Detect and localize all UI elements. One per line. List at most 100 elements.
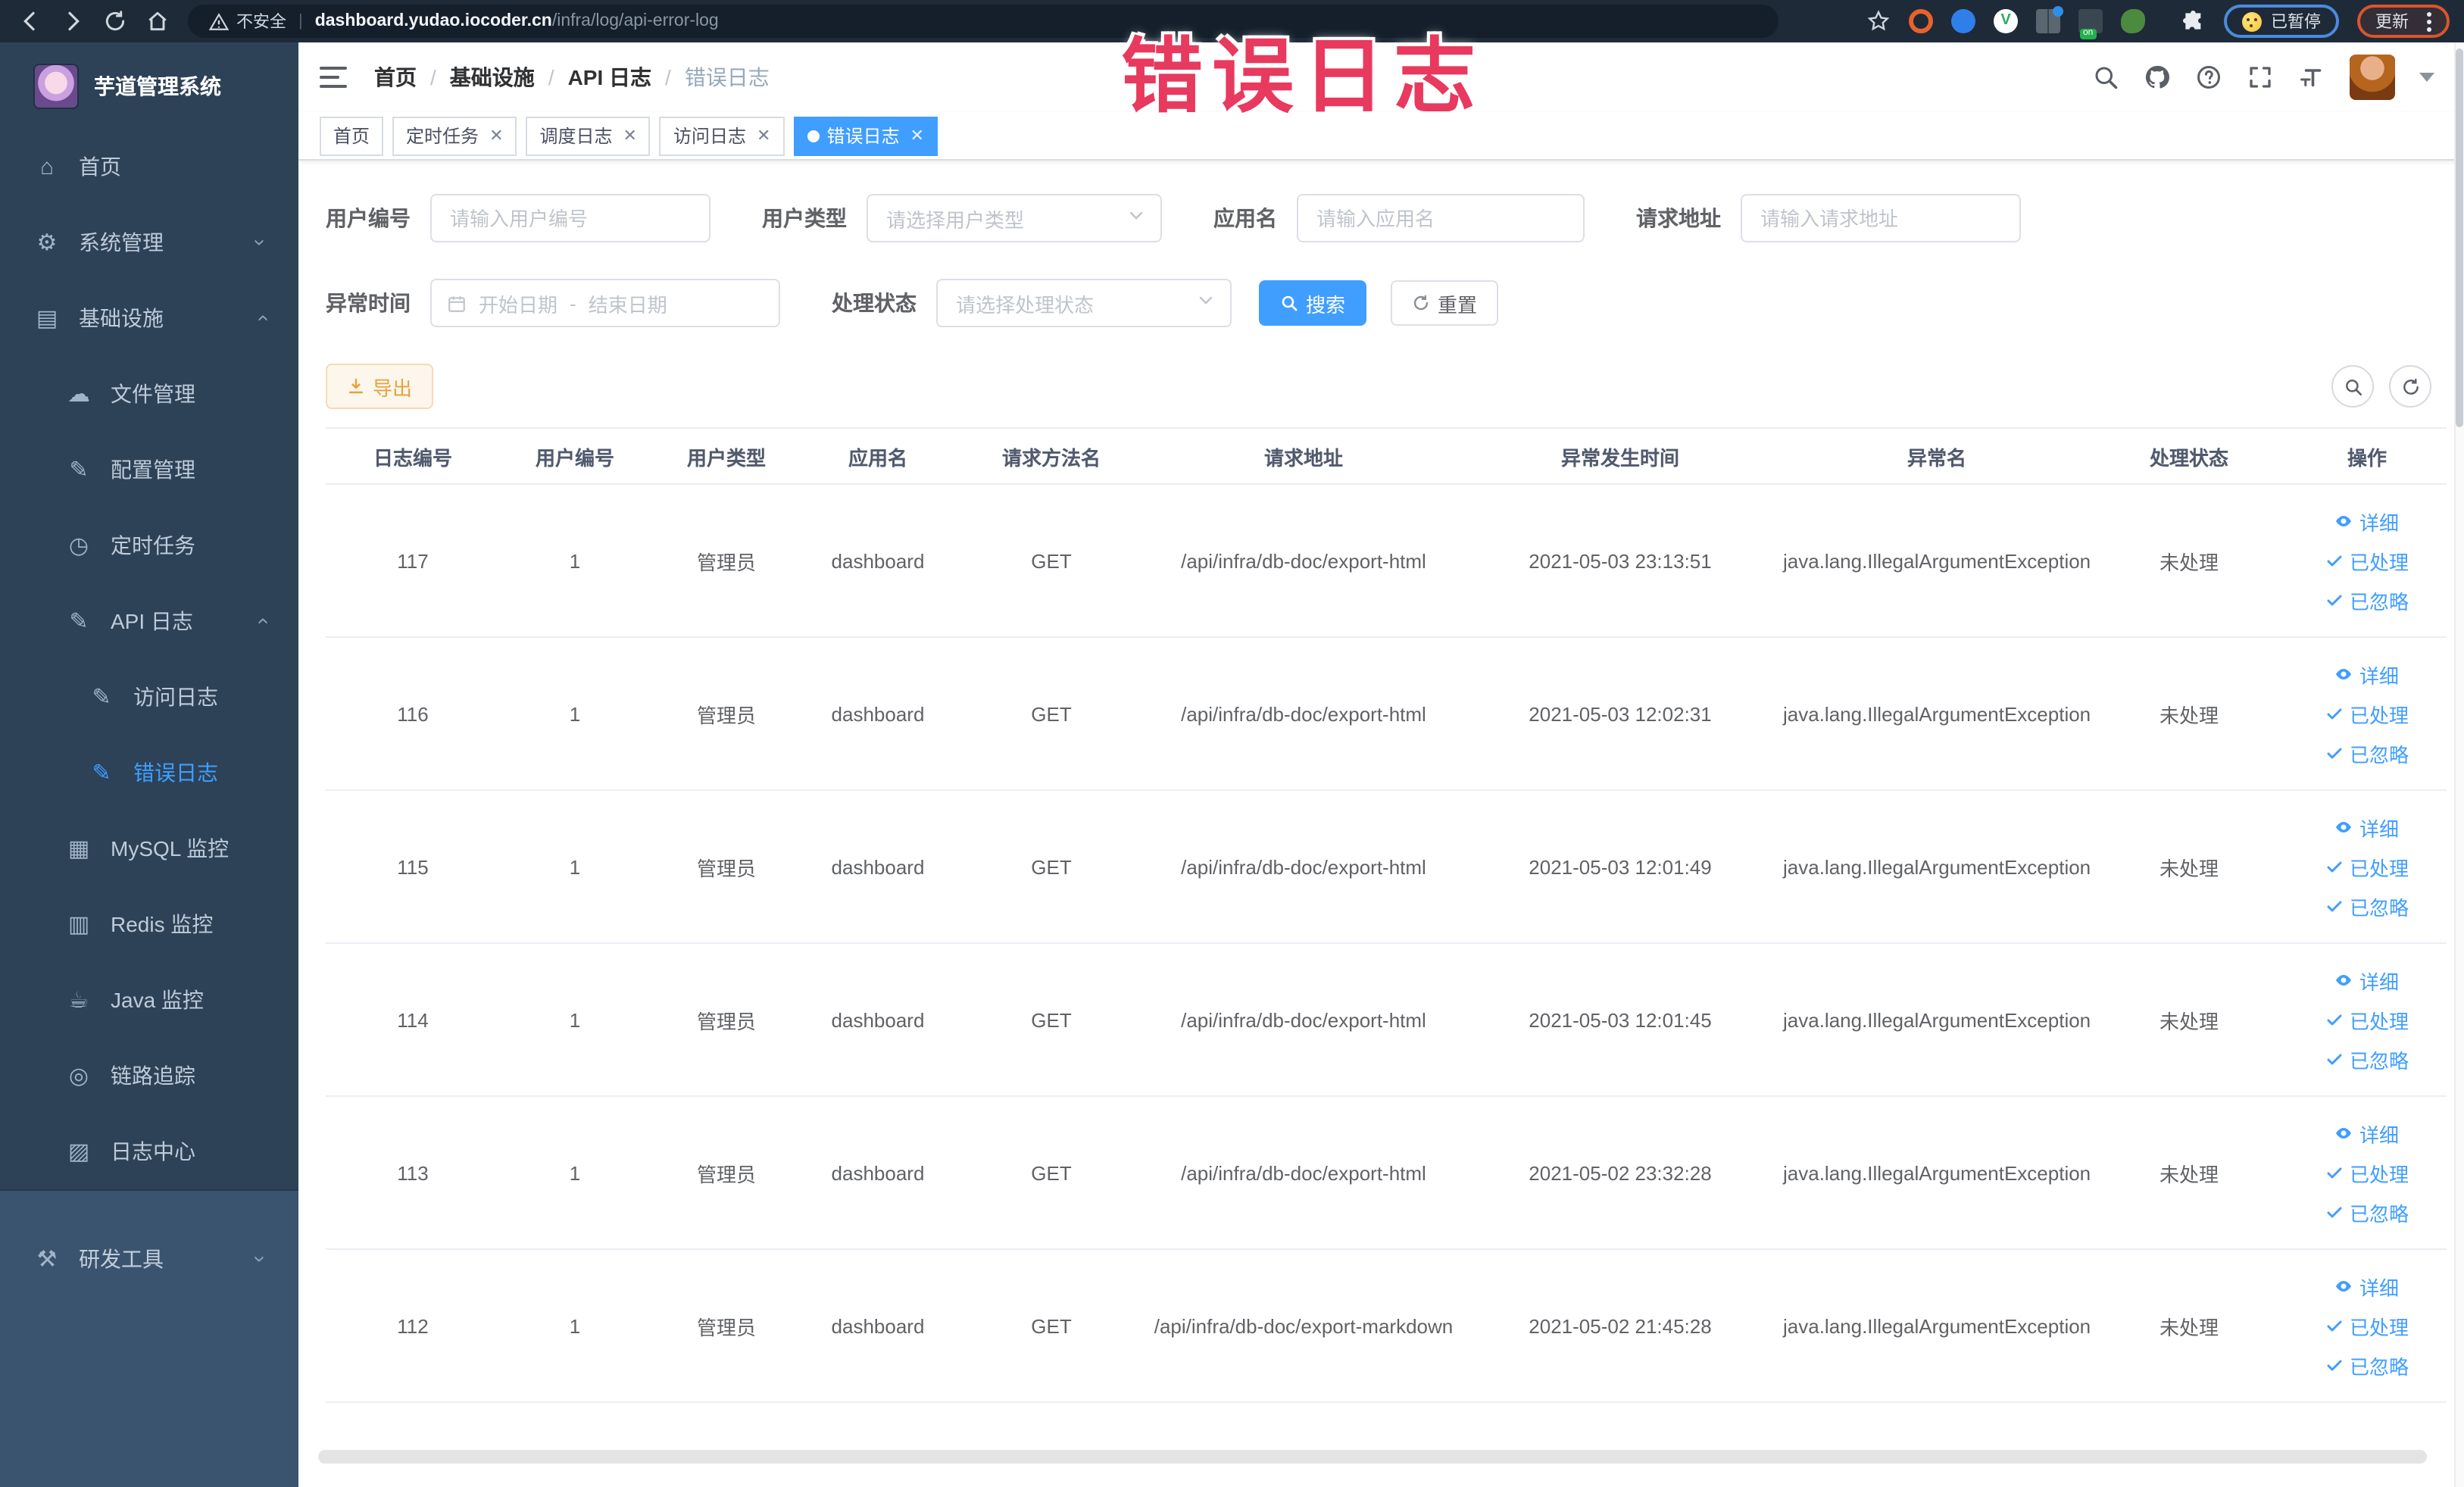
close-icon[interactable]: ✕	[489, 126, 503, 145]
mark-ignored-link[interactable]: 已忽略	[2325, 892, 2409, 920]
column-header: 请求地址	[1263, 446, 1343, 469]
tab-首页[interactable]: 首页	[320, 116, 384, 155]
mark-ignored-link[interactable]: 已忽略	[2325, 739, 2409, 767]
paused-extension-pill[interactable]: 已暂停	[2224, 5, 2339, 38]
app-logo-row[interactable]: 芋道管理系统	[0, 42, 298, 129]
reset-button[interactable]: 重置	[1391, 280, 1499, 326]
detail-link[interactable]: 详细	[2335, 507, 2399, 536]
ext-green-v-icon[interactable]: V	[1994, 9, 2018, 33]
fullscreen-icon[interactable]	[2247, 64, 2274, 91]
close-icon[interactable]: ✕	[757, 126, 770, 145]
ext-on-icon[interactable]	[2078, 9, 2103, 39]
mark-ignored-link[interactable]: 已忽略	[2325, 1045, 2409, 1073]
scrollbar-thumb[interactable]	[2456, 48, 2463, 427]
address-bar[interactable]: 不安全 | dashboard.yudao.iocoder.cn/infra/l…	[188, 5, 1779, 38]
search-button[interactable]: 搜索	[1259, 280, 1367, 326]
app-name-input[interactable]	[1297, 194, 1585, 242]
reload-icon[interactable]	[103, 9, 127, 33]
cell: dashboard	[831, 549, 925, 572]
mark-processed-link[interactable]: 已处理	[2325, 852, 2409, 881]
detail-link[interactable]: 详细	[2335, 1272, 2399, 1301]
security-warning[interactable]: 不安全	[209, 9, 286, 33]
ext-blue-icon[interactable]	[1951, 9, 1975, 33]
tab-错误日志[interactable]: 错误日志 ✕	[793, 116, 938, 155]
horizontal-scrollbar-thumb[interactable]	[318, 1450, 2427, 1464]
cell: 112	[397, 1314, 429, 1337]
ext-plant-icon[interactable]	[2121, 9, 2145, 33]
detail-link[interactable]: 详细	[2335, 966, 2399, 995]
mark-processed-link[interactable]: 已处理	[2325, 1311, 2409, 1340]
mark-ignored-link[interactable]: 已忽略	[2325, 1351, 2409, 1379]
url-path[interactable]: /infra/log/api-error-log	[552, 12, 719, 30]
close-icon[interactable]: ✕	[623, 126, 637, 145]
request-url-input[interactable]	[1741, 194, 2021, 242]
row-actions: 详细 已处理 已忽略	[2288, 966, 2447, 1073]
user-id-input[interactable]	[430, 194, 710, 242]
url-domain[interactable]: dashboard.yudao.iocoder.cn	[315, 12, 552, 30]
tab-定时任务[interactable]: 定时任务 ✕	[392, 116, 517, 155]
mark-ignored-link[interactable]: 已忽略	[2325, 1198, 2409, 1226]
refresh-icon[interactable]	[2389, 365, 2431, 408]
sidebar-item-cron-job[interactable]: ◷ 定时任务	[0, 508, 298, 583]
sidebar-item-redis-monitor[interactable]: ▥ Redis 监控	[0, 886, 298, 962]
back-icon[interactable]	[18, 9, 42, 33]
download-icon	[348, 378, 364, 394]
browser-menu-icon[interactable]	[2427, 11, 2431, 31]
column-header: 用户类型	[686, 446, 766, 469]
sidebar-item-java-monitor[interactable]: ☕ Java 监控	[0, 962, 298, 1038]
bookmark-star-icon[interactable]	[1866, 9, 1891, 33]
chrome-update-pill[interactable]: 更新	[2357, 5, 2450, 38]
help-icon[interactable]	[2195, 64, 2222, 91]
close-icon[interactable]: ✕	[910, 126, 923, 145]
mark-processed-link[interactable]: 已处理	[2325, 1005, 2409, 1034]
sidebar-toggle-icon[interactable]	[320, 67, 347, 88]
user-avatar[interactable]	[2350, 55, 2395, 100]
sidebar-item-log-center[interactable]: ▨ 日志中心	[0, 1114, 298, 1189]
sidebar-item-error-log[interactable]: ✎ 错误日志	[0, 735, 298, 811]
eye-icon	[2336, 822, 2352, 833]
forward-icon[interactable]	[61, 9, 85, 33]
tab-访问日志[interactable]: 访问日志 ✕	[659, 116, 785, 155]
sidebar-item-config-mgmt[interactable]: ✎ 配置管理	[0, 432, 298, 508]
row-actions: 详细 已处理 已忽略	[2288, 813, 2447, 920]
detail-link[interactable]: 详细	[2335, 813, 2399, 842]
cell: 117	[397, 549, 429, 572]
export-button[interactable]: 导出	[326, 364, 434, 409]
breadcrumb-item[interactable]: 基础设施	[450, 62, 535, 92]
search-icon	[1282, 295, 1298, 311]
ext-grid-icon[interactable]	[2036, 6, 2063, 33]
detail-link[interactable]: 详细	[2335, 660, 2399, 689]
search-icon[interactable]	[2092, 64, 2119, 91]
detail-link[interactable]: 详细	[2335, 1119, 2399, 1148]
sidebar-item-trace[interactable]: ◎ 链路追踪	[0, 1038, 298, 1114]
sidebar-item-home[interactable]: ⌂ 首页	[0, 129, 298, 205]
sidebar-item-infrastructure[interactable]: ▤ 基础设施 ›	[0, 280, 298, 356]
breadcrumb-item[interactable]: 首页	[374, 62, 417, 92]
sidebar-item-access-log[interactable]: ✎ 访问日志	[0, 659, 298, 735]
vertical-scrollbar[interactable]	[2454, 42, 2464, 1487]
mark-ignored-link[interactable]: 已忽略	[2325, 586, 2409, 614]
mark-processed-link[interactable]: 已处理	[2325, 546, 2409, 575]
ext-orange-icon[interactable]	[1909, 9, 1933, 33]
font-size-icon[interactable]	[2298, 64, 2325, 91]
search-toggle-icon[interactable]	[2331, 365, 2374, 408]
exception-time-range-picker[interactable]: 开始日期 - 结束日期	[430, 279, 780, 327]
github-icon[interactable]	[2144, 64, 2171, 91]
sidebar-item-dev-tools[interactable]: ⚒ 研发工具 ›	[0, 1221, 298, 1297]
process-status-select[interactable]: 请选择处理状态	[936, 279, 1232, 327]
column-header: 请求方法名	[1001, 446, 1101, 469]
cell: 管理员	[696, 551, 756, 573]
sidebar-item-system-mgmt[interactable]: ⚙ 系统管理 ›	[0, 205, 298, 280]
check-icon	[2327, 1207, 2342, 1218]
home-icon[interactable]	[145, 9, 170, 33]
user-menu-caret-icon[interactable]	[2419, 73, 2434, 82]
sidebar-item-api-log[interactable]: ✎ API 日志 ›	[0, 583, 298, 659]
breadcrumb-item[interactable]: API 日志	[568, 62, 651, 92]
mark-processed-link[interactable]: 已处理	[2325, 1158, 2409, 1187]
user-type-select[interactable]: 请选择用户类型	[867, 194, 1162, 242]
sidebar-item-file-mgmt[interactable]: ☁ 文件管理	[0, 356, 298, 432]
mark-processed-link[interactable]: 已处理	[2325, 699, 2409, 728]
sidebar-item-mysql-monitor[interactable]: ▦ MySQL 监控	[0, 811, 298, 886]
puzzle-icon[interactable]	[2181, 9, 2206, 33]
tab-调度日志[interactable]: 调度日志 ✕	[526, 116, 651, 155]
